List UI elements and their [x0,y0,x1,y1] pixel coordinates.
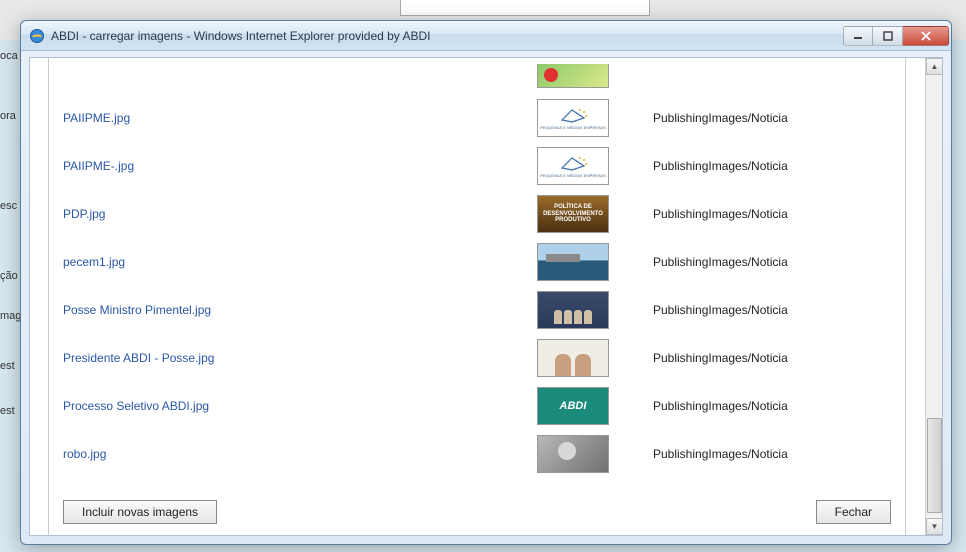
close-button[interactable] [903,26,949,46]
thumbnail [537,291,609,329]
maximize-button[interactable] [873,26,903,46]
thumbnail [537,243,609,281]
footer: Incluir novas imagens Fechar [63,491,891,527]
thumbnail: PEQUENAS E MÉDIAS EMPRESAS [537,99,609,137]
file-link[interactable]: robo.jpg [63,447,106,461]
table-row: pecem1.jpg PublishingImages/Noticia [63,238,891,286]
bg-text: ora [0,110,16,122]
folder-path: PublishingImages/Noticia [643,159,891,173]
file-link[interactable]: PAIIPME.jpg [63,111,130,125]
folder-path: PublishingImages/Noticia [643,351,891,365]
file-link[interactable]: pecem1.jpg [63,255,125,269]
file-link[interactable]: Processo Seletivo ABDI.jpg [63,399,209,413]
client-area: PAIIPME.jpg PEQUENAS E MÉDIAS EMPRESAS P… [29,57,943,536]
thumbnail: ABDI [537,387,609,425]
folder-path: PublishingImages/Noticia [643,303,891,317]
folder-path: PublishingImages/Noticia [643,207,891,221]
file-link[interactable]: Posse Ministro Pimentel.jpg [63,303,211,317]
table-row: PAIIPME.jpg PEQUENAS E MÉDIAS EMPRESAS P… [63,94,891,142]
folder-path: PublishingImages/Noticia [643,111,891,125]
table-row: PAIIPME-.jpg PEQUENAS E MÉDIAS EMPRESAS … [63,142,891,190]
bg-text: est [0,405,15,417]
background-input [400,0,650,16]
table-row: PDP.jpg POLÍTICA DE DESENVOLVIMENTO PROD… [63,190,891,238]
thumbnail [537,339,609,377]
thumbnail [537,435,609,473]
folder-path: PublishingImages/Noticia [643,447,891,461]
titlebar[interactable]: ABDI - carregar imagens - Windows Intern… [21,21,951,51]
bg-text: est [0,360,15,372]
minimize-button[interactable] [843,26,873,46]
bg-text: mag [0,310,21,322]
table-row: robo.jpg PublishingImages/Noticia [63,430,891,478]
bg-text: esc [0,200,17,212]
content: PAIIPME.jpg PEQUENAS E MÉDIAS EMPRESAS P… [48,58,906,535]
bg-text: ção [0,270,18,282]
scroll-down-button[interactable]: ▼ [926,518,943,535]
file-list: PAIIPME.jpg PEQUENAS E MÉDIAS EMPRESAS P… [63,64,891,491]
file-link[interactable]: PAIIPME-.jpg [63,159,134,173]
ie-icon [29,28,45,44]
file-link[interactable]: PDP.jpg [63,207,105,221]
thumbnail: POLÍTICA DE DESENVOLVIMENTO PRODUTIVO [537,195,609,233]
table-row: Presidente ABDI - Posse.jpg PublishingIm… [63,334,891,382]
file-link[interactable]: Presidente ABDI - Posse.jpg [63,351,214,365]
bg-text: oca [0,50,18,62]
include-images-button[interactable]: Incluir novas imagens [63,500,217,524]
thumbnail [537,64,609,88]
vertical-scrollbar[interactable]: ▲ ▼ [925,58,942,535]
window-title: ABDI - carregar imagens - Windows Intern… [51,29,843,43]
folder-path: PublishingImages/Noticia [643,255,891,269]
folder-path: PublishingImages/Noticia [643,399,891,413]
table-row: Processo Seletivo ABDI.jpg ABDI Publishi… [63,382,891,430]
table-row: Posse Ministro Pimentel.jpg PublishingIm… [63,286,891,334]
close-dialog-button[interactable]: Fechar [816,500,891,524]
scroll-up-button[interactable]: ▲ [926,58,943,75]
scroll-thumb[interactable] [927,418,942,513]
ie-window: ABDI - carregar imagens - Windows Intern… [20,20,952,545]
thumbnail: PEQUENAS E MÉDIAS EMPRESAS [537,147,609,185]
table-row [63,64,891,94]
